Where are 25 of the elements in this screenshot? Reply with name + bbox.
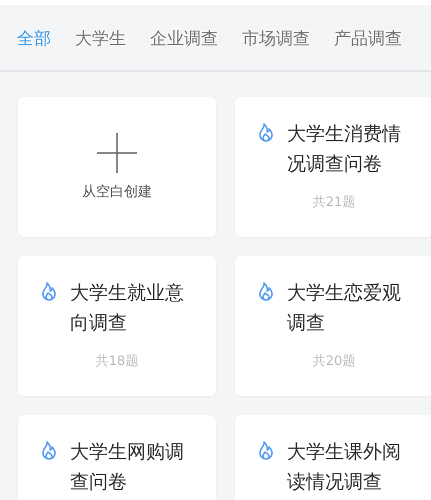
template-card[interactable]: 大学生恋爱观调查 共20题 <box>235 256 431 396</box>
flame-icon <box>258 123 274 143</box>
flame-icon <box>258 282 274 302</box>
flame-icon <box>258 441 274 461</box>
template-card[interactable]: 大学生网购调查问卷 <box>18 415 216 500</box>
template-title: 大学生恋爱观调查 <box>287 281 401 336</box>
template-title: 大学生网购调查问卷 <box>70 440 184 495</box>
template-card[interactable]: 大学生消费情况调查问卷 共21题 <box>235 97 431 237</box>
template-title: 大学生就业意向调查 <box>70 281 184 336</box>
create-card[interactable]: 从空白创建 <box>18 97 216 237</box>
tab[interactable]: 企业调查 <box>150 29 218 49</box>
create-label: 从空白创建 <box>82 183 152 201</box>
flame-icon <box>41 282 57 302</box>
template-card[interactable]: 大学生就业意向调查 共18题 <box>18 256 216 396</box>
template-title: 大学生消费情况调查问卷 <box>287 122 401 177</box>
question-count: 共21题 <box>312 194 356 211</box>
question-count: 共20题 <box>312 353 356 370</box>
tab[interactable]: 市场调查 <box>242 29 310 49</box>
question-count: 共18题 <box>96 353 138 370</box>
tab[interactable]: 大学生 <box>75 29 126 49</box>
template-title: 大学生课外阅读情况调查 <box>287 440 401 495</box>
tab[interactable]: 产品调查 <box>334 29 402 49</box>
template-card[interactable]: 大学生课外阅读情况调查 <box>235 415 431 500</box>
plus-icon <box>97 133 137 173</box>
flame-icon <box>41 441 57 461</box>
